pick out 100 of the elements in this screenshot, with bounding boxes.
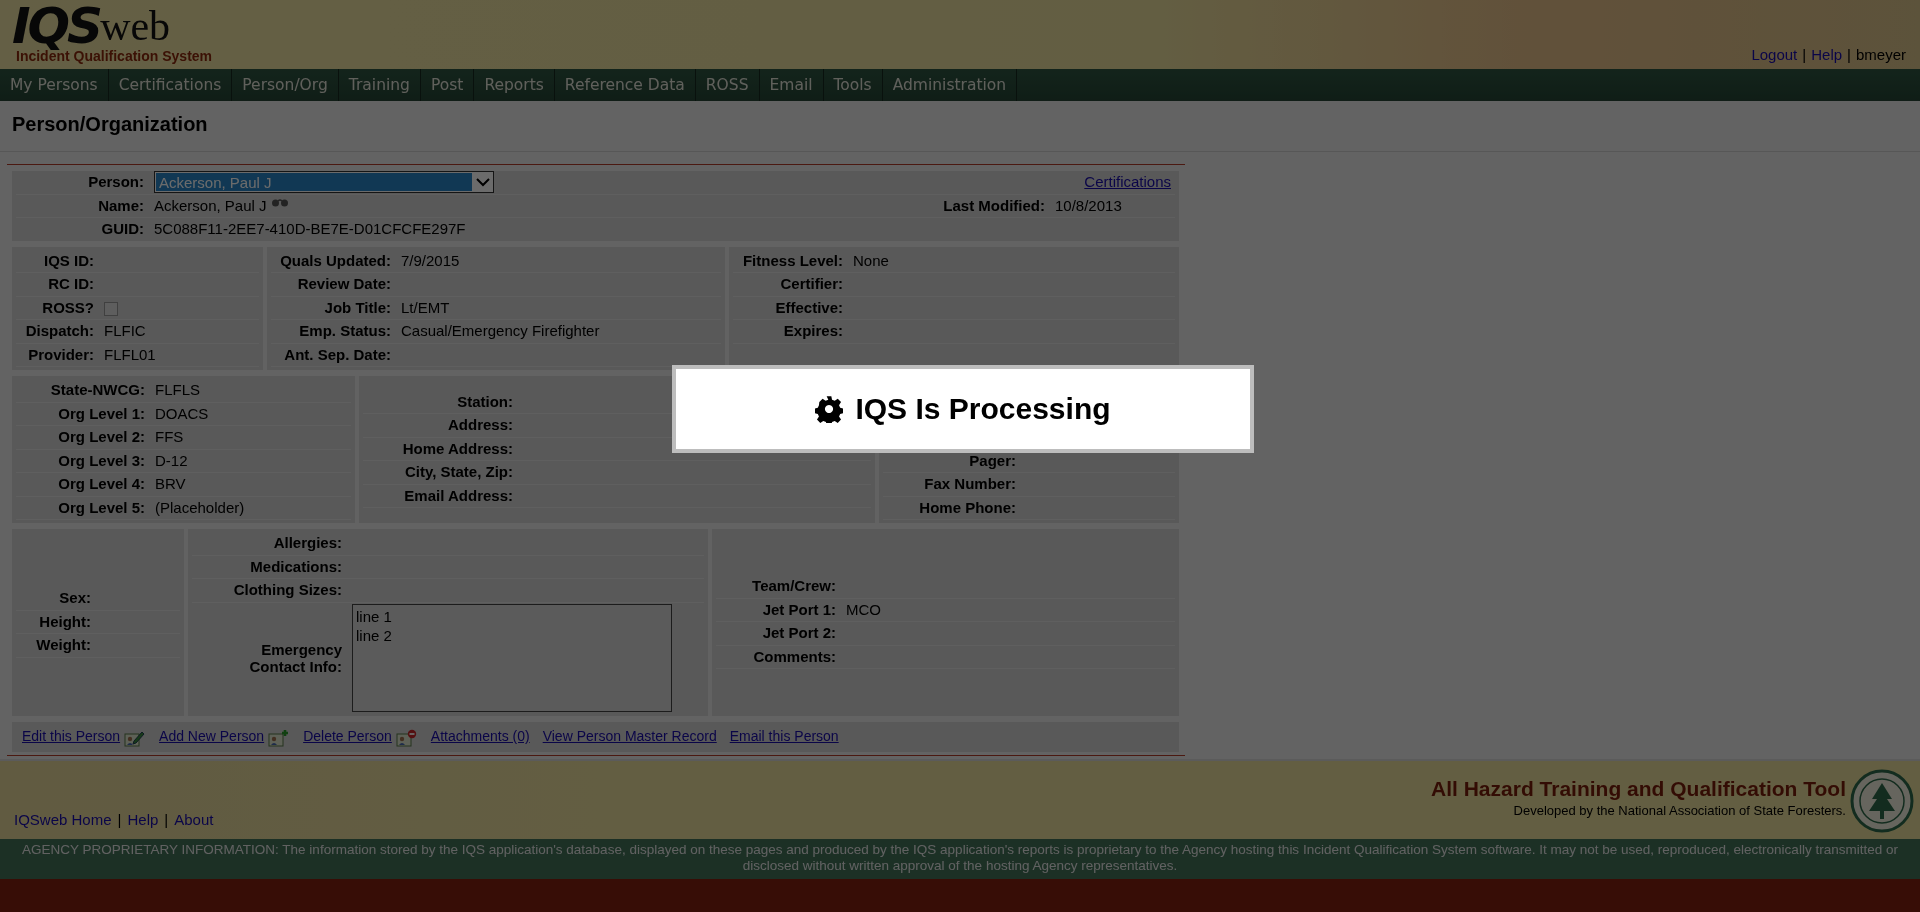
logo-text: web	[100, 4, 171, 48]
field-label: City, State, Zip:	[403, 462, 514, 483]
separator: |	[117, 809, 122, 830]
field-label: Height:	[38, 611, 92, 632]
field-label: Home Phone:	[918, 497, 1017, 518]
person-plus-icon[interactable]	[268, 729, 291, 747]
link[interactable]: IQSweb Home	[14, 808, 112, 831]
logo-mark: IQS	[12, 4, 101, 48]
link[interactable]: Edit this Person	[22, 726, 121, 747]
glasses-icon	[270, 196, 289, 207]
page-title: Person/Organization	[0, 101, 1920, 152]
field-label: Fitness Level:	[741, 250, 844, 271]
field-label: Org Level 2:	[57, 427, 146, 447]
field-label: Org Level 1:	[57, 403, 146, 424]
footer-title: All Hazard Training and Qualification Tool	[1431, 777, 1846, 801]
person-minus-icon[interactable]	[395, 729, 418, 747]
menu-item[interactable]: Person/Org	[232, 69, 339, 101]
link[interactable]: Help	[127, 808, 159, 831]
link[interactable]: About	[174, 808, 214, 831]
field-label: Email Address:	[403, 485, 514, 506]
link[interactable]: Help	[1811, 43, 1843, 66]
field-value: D-12	[155, 450, 189, 471]
menu-item[interactable]: My Persons	[0, 69, 109, 101]
field-label: Org Level 5:	[57, 497, 146, 518]
field-value: BRV	[155, 474, 187, 494]
field-value: (Placeholder)	[155, 497, 246, 518]
tree-seal-icon	[1850, 769, 1914, 833]
link[interactable]: Logout	[1751, 43, 1798, 66]
field-value: 5C088F11-2EE7-410D-BE7E-D01CFCFE297F	[154, 219, 467, 239]
field-label: Dispatch:	[24, 321, 95, 341]
field-label: Org Level 3:	[57, 450, 146, 471]
field-label: Expires:	[782, 321, 844, 341]
menu-item[interactable]: Administration	[882, 69, 1018, 101]
field-label: Jet Port 2:	[761, 623, 837, 644]
field-value: Lt/EMT	[401, 297, 451, 318]
link[interactable]: Delete Person	[303, 726, 392, 747]
person-pencil-icon[interactable]	[124, 729, 147, 747]
field-label: Home Address:	[401, 438, 514, 459]
field-value: MCO	[846, 599, 882, 620]
field-label: IQS ID:	[43, 250, 95, 271]
field-label: Fax Number:	[923, 474, 1017, 494]
field-label: Last Modified:	[942, 195, 1046, 216]
footer-subtitle: Developed by the National Association of State Foresters.	[1512, 802, 1846, 820]
field-label: RC ID:	[47, 274, 95, 294]
field-value: FFS	[155, 427, 185, 447]
field-label: Provider:	[27, 344, 95, 365]
field-label: Pager:	[968, 450, 1017, 471]
separator: |	[1802, 44, 1807, 65]
field-label: Team/Crew:	[751, 576, 837, 597]
field-label: Medications:	[249, 556, 343, 577]
menu-item[interactable]: Training	[338, 69, 421, 101]
field-label: GUID:	[100, 219, 145, 239]
link[interactable]: Add New Person	[159, 726, 265, 747]
field-label: Weight:	[35, 635, 92, 655]
field-value: Ackerson, Paul J	[154, 195, 267, 216]
field-value: FLFLS	[155, 380, 201, 400]
menu-item[interactable]: Reference Data	[554, 69, 696, 101]
field-label: Job Title:	[323, 297, 392, 318]
field-label: Emp. Status:	[298, 321, 392, 341]
field-value: None	[853, 250, 890, 271]
menu-item[interactable]: ROSS	[695, 69, 760, 101]
field-label: Name:	[97, 195, 145, 216]
gear-icon	[815, 395, 844, 423]
field-label: Allergies:	[272, 533, 343, 553]
field-label: Clothing Sizes:	[232, 580, 343, 600]
link[interactable]: Attachments (0)	[430, 726, 530, 747]
separator: |	[164, 809, 169, 830]
field-label: Effective:	[774, 297, 844, 318]
contact-textarea[interactable]: line 1 line 2	[352, 603, 672, 712]
processing-message: IQS Is Processing	[855, 392, 1111, 426]
field-label: Comments:	[752, 646, 837, 667]
field-label: Emergency Contact Info:	[248, 640, 343, 675]
field-label: ROSS?	[41, 297, 95, 318]
menu-item[interactable]: Tools	[823, 69, 883, 101]
field-label: Review Date:	[296, 274, 392, 294]
link[interactable]: View Person Master Record	[542, 726, 717, 747]
field-value: 7/9/2015	[401, 250, 461, 271]
field-label: Quals Updated:	[279, 250, 392, 271]
field-label: Station:	[456, 391, 514, 412]
link[interactable]: Email this Person	[729, 726, 839, 747]
separator: |	[1847, 44, 1851, 65]
menu-item[interactable]: Email	[759, 69, 824, 101]
field-value: DOACS	[155, 403, 210, 424]
menu-item[interactable]: Certifications	[108, 69, 233, 101]
checkbox[interactable]	[104, 301, 118, 316]
field-label: Address:	[446, 415, 514, 436]
field-label: Org Level 4:	[57, 474, 146, 494]
person-select[interactable]: Ackerson, Paul J	[154, 171, 494, 194]
field-label: State-NWCG:	[49, 380, 146, 400]
field-label: Certifier:	[779, 274, 844, 294]
field-label: Sex:	[58, 588, 92, 608]
field-label: Jet Port 1:	[761, 599, 837, 620]
menu-item[interactable]: Reports	[474, 69, 555, 101]
user-name: bmeyer	[1855, 44, 1906, 65]
field-value: FLFIC	[104, 321, 147, 341]
field-label: Person:	[87, 172, 145, 192]
menu-item[interactable]: Post	[420, 69, 475, 101]
field-label: Ant. Sep. Date:	[283, 344, 392, 365]
certifications-link[interactable]: Certifications	[1084, 171, 1175, 194]
field-value: 10/8/2013	[1055, 195, 1123, 216]
